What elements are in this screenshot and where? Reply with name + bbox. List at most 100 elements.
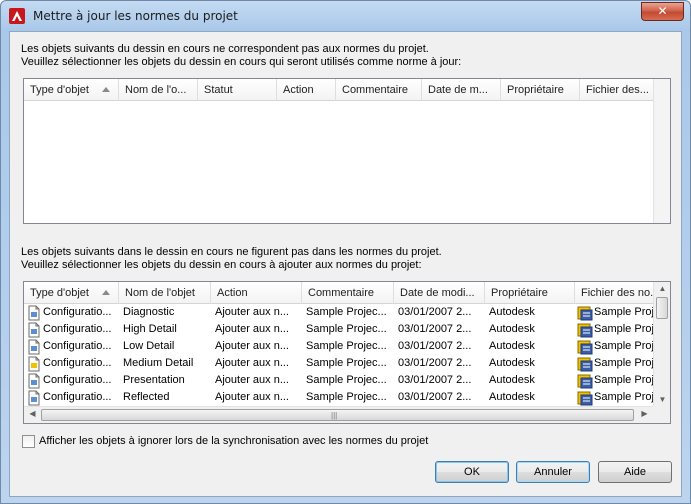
table-cell-type: Configuratio... <box>24 389 119 406</box>
col-label: Commentaire <box>308 287 375 299</box>
standards-file-icon <box>577 306 593 320</box>
help-button[interactable]: Aide <box>598 461 672 483</box>
table-cell-type: Configuratio... <box>24 338 119 355</box>
grid2-col-name[interactable]: Nom de l'objet <box>119 282 211 304</box>
cell-text: Ajouter aux n... <box>215 306 289 318</box>
grid1-col-comment[interactable]: Commentaire <box>336 79 422 101</box>
table-cell-date: 03/01/2007 2... <box>394 304 485 321</box>
table-cell-date: 03/01/2007 2... <box>394 389 485 406</box>
grid1-col-type[interactable]: Type d'objet <box>24 79 119 101</box>
cell-text: 03/01/2007 2... <box>398 374 472 386</box>
col-label: Statut <box>204 84 233 96</box>
table-row[interactable]: Configuratio... Medium Detail Ajouter aux … <box>24 355 655 372</box>
table-cell-name: Presentation <box>119 372 211 389</box>
cancel-button[interactable]: Annuler <box>516 461 590 483</box>
section1-description-line1: Les objets suivants du dessin en cours n… <box>21 43 429 55</box>
cell-text: Autodesk <box>489 391 535 403</box>
cell-text: Configuratio... <box>43 357 112 369</box>
table-cell-type: Configuratio... <box>24 355 119 372</box>
grid2-col-type[interactable]: Type d'objet <box>24 282 119 304</box>
close-button[interactable]: ✕ <box>641 2 684 21</box>
cell-text: Autodesk <box>489 306 535 318</box>
grid2-horizontal-thumb[interactable]: ||| <box>41 409 634 421</box>
grid1-col-status[interactable]: Statut <box>198 79 277 101</box>
table-cell-action: Ajouter aux n... <box>211 372 302 389</box>
table-row[interactable]: Configuratio... High Detail Ajouter aux n.… <box>24 321 655 338</box>
table-row[interactable]: Configuratio... Presentation Ajouter aux n… <box>24 372 655 389</box>
col-label: Fichier des... <box>586 84 649 96</box>
cell-text: Sample Projec... <box>306 357 387 369</box>
col-label: Nom de l'objet <box>125 287 195 299</box>
col-label: Type d'objet <box>30 287 89 299</box>
cell-text: Sample Projec... <box>306 391 387 403</box>
grid2-col-owner[interactable]: Propriétaire <box>485 282 575 304</box>
grid2-vertical-scrollbar[interactable]: ▲ ▼ <box>653 282 670 406</box>
scroll-left-arrow-icon[interactable]: ◀ <box>24 409 41 418</box>
table-row[interactable]: Configuratio... Low Detail Ajouter aux n..… <box>24 338 655 355</box>
grid1-vertical-scrollbar[interactable] <box>653 79 670 223</box>
ok-button[interactable]: OK <box>435 461 509 483</box>
cell-text: Sample Projec... <box>306 306 387 318</box>
col-label: Nom de l'o... <box>125 84 187 96</box>
grid1-col-owner[interactable]: Propriétaire <box>501 79 580 101</box>
title-bar[interactable]: Mettre à jour les normes du projet ✕ <box>1 1 690 31</box>
cell-text: 03/01/2007 2... <box>398 306 472 318</box>
col-label: Propriétaire <box>491 287 548 299</box>
missing-objects-grid[interactable]: Type d'objet Nom de l'objet Action Comme… <box>23 281 671 424</box>
col-label: Action <box>283 84 314 96</box>
show-ignored-checkbox[interactable] <box>22 435 35 448</box>
show-ignored-label[interactable]: Afficher les objets à ignorer lors de la… <box>39 435 428 448</box>
grid2-col-file[interactable]: Fichier des no... <box>575 282 655 304</box>
cell-text: Ajouter aux n... <box>215 374 289 386</box>
grid1-col-date[interactable]: Date de m... <box>422 79 501 101</box>
cell-text: Medium Detail <box>123 357 194 369</box>
cell-text: Autodesk <box>489 357 535 369</box>
scroll-right-arrow-icon[interactable]: ▶ <box>636 409 653 418</box>
table-cell-name: Medium Detail <box>119 355 211 372</box>
table-cell-file: Sample Proj <box>575 389 655 406</box>
grip-icon: ||| <box>331 411 338 420</box>
col-label: Propriétaire <box>507 84 564 96</box>
cell-text: Sample Projec... <box>306 374 387 386</box>
table-cell-file: Sample Proj <box>575 321 655 338</box>
nonconforming-objects-grid[interactable]: Type d'objet Nom de l'o... Statut Action… <box>23 78 671 224</box>
grid1-col-name[interactable]: Nom de l'o... <box>119 79 198 101</box>
cell-text: Configuratio... <box>43 391 112 403</box>
table-cell-file: Sample Proj <box>575 372 655 389</box>
grid2-rows: Configuratio... Diagnostic Ajouter aux n..… <box>24 304 655 406</box>
grid1-col-file[interactable]: Fichier des... <box>580 79 660 101</box>
table-cell-file: Sample Proj <box>575 304 655 321</box>
table-cell-action: Ajouter aux n... <box>211 338 302 355</box>
table-cell-owner: Autodesk <box>485 355 575 372</box>
table-cell-owner: Autodesk <box>485 372 575 389</box>
table-cell-type: Configuratio... <box>24 321 119 338</box>
dialog-body: Les objets suivants du dessin en cours n… <box>9 31 682 497</box>
grid2-col-comment[interactable]: Commentaire <box>302 282 394 304</box>
cell-text: 03/01/2007 2... <box>398 391 472 403</box>
scroll-up-arrow-icon[interactable]: ▲ <box>654 284 670 293</box>
table-cell-name: High Detail <box>119 321 211 338</box>
cell-text: Ajouter aux n... <box>215 357 289 369</box>
window-title: Mettre à jour les normes du projet <box>33 9 238 23</box>
scrollbar-corner <box>653 406 670 423</box>
grid2-vertical-thumb[interactable] <box>656 297 668 319</box>
cell-text: Ajouter aux n... <box>215 323 289 335</box>
grid2-col-date[interactable]: Date de modi... <box>394 282 485 304</box>
table-cell-comment: Sample Projec... <box>302 355 394 372</box>
cell-text: 03/01/2007 2... <box>398 357 472 369</box>
grid2-horizontal-scrollbar[interactable]: ◀ ||| ▶ <box>24 406 653 423</box>
scroll-down-arrow-icon[interactable]: ▼ <box>654 395 670 404</box>
grid2-col-action[interactable]: Action <box>211 282 302 304</box>
autocad-logo-icon <box>9 8 25 24</box>
table-cell-action: Ajouter aux n... <box>211 304 302 321</box>
grid1-col-action[interactable]: Action <box>277 79 336 101</box>
cell-text: Low Detail <box>123 340 175 352</box>
table-row[interactable]: Configuratio... Diagnostic Ajouter aux n..… <box>24 304 655 321</box>
cell-text: 03/01/2007 2... <box>398 323 472 335</box>
standards-file-icon <box>577 374 593 388</box>
table-row[interactable]: Configuratio... Reflected Ajouter aux n...… <box>24 389 655 406</box>
grid1-header: Type d'objet Nom de l'o... Statut Action… <box>24 79 660 101</box>
sort-ascending-icon <box>102 290 110 295</box>
standards-file-icon <box>577 323 593 337</box>
section2-description-line2: Veuillez sélectionner les objets du dess… <box>21 259 422 271</box>
